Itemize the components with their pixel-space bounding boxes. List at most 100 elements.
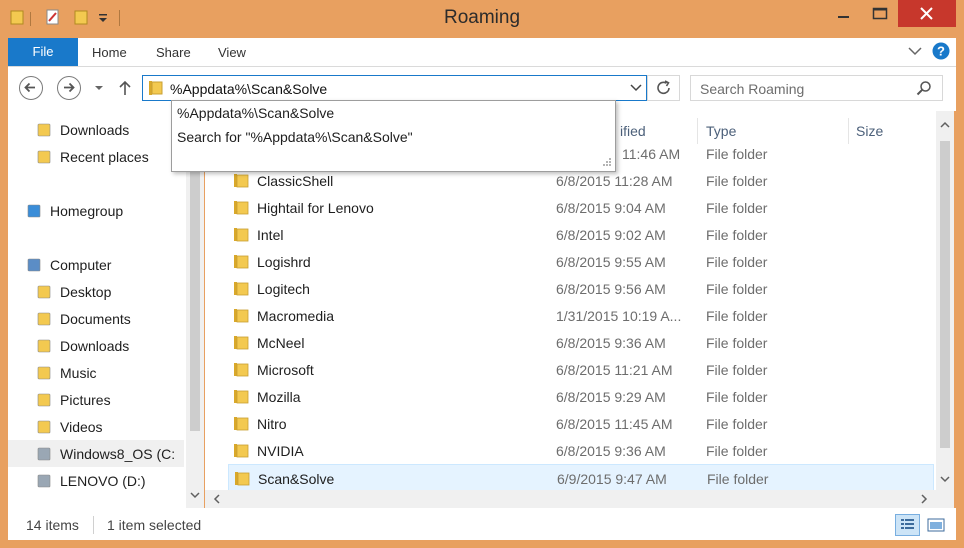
nav-item[interactable]: Desktop — [8, 278, 192, 305]
file-name: McNeel — [257, 335, 305, 351]
back-button[interactable] — [19, 76, 43, 100]
nav-item[interactable]: Homegroup — [8, 197, 192, 224]
folder-icon — [234, 471, 250, 486]
nav-item-icon — [36, 149, 52, 165]
file-row[interactable]: Scan&Solve 6/9/2015 9:47 AM File folder — [228, 464, 934, 491]
folder-icon — [147, 80, 163, 96]
address-dropdown-icon[interactable] — [630, 84, 642, 92]
properties-icon[interactable] — [46, 9, 60, 25]
column-header-type[interactable]: Type — [706, 123, 736, 139]
forward-button[interactable] — [57, 76, 81, 100]
folder-icon — [233, 443, 249, 458]
file-row[interactable]: Hightail for Lenovo 6/8/2015 9:04 AM File … — [228, 194, 934, 221]
file-row[interactable]: McNeel 6/8/2015 9:36 AM File folder — [228, 329, 934, 356]
tab-file[interactable]: File — [8, 38, 78, 66]
autocomplete-search-item[interactable]: Search for "%Appdata%\Scan&Solve" — [177, 129, 413, 145]
column-header-date-modified[interactable]: ified — [620, 123, 646, 139]
file-type: File folder — [706, 146, 768, 162]
nav-item[interactable]: Recent places — [8, 143, 192, 170]
file-type: File folder — [706, 389, 768, 405]
nav-item[interactable]: Downloads — [8, 116, 192, 143]
address-input[interactable] — [170, 80, 630, 98]
nav-item-icon — [26, 257, 42, 273]
expand-ribbon-icon[interactable] — [908, 45, 922, 57]
column-header-size[interactable]: Size — [856, 123, 883, 139]
nav-item-label: Homegroup — [50, 203, 124, 219]
file-row[interactable]: Mozilla 6/8/2015 9:29 AM File folder — [228, 383, 934, 410]
file-date-modified: 6/8/2015 9:02 AM — [556, 227, 666, 243]
window-title: Roaming — [443, 7, 521, 28]
nav-item-icon — [36, 338, 52, 354]
nav-item-label: Pictures — [60, 392, 111, 408]
folder-icon — [10, 9, 24, 25]
file-date-modified: 6/8/2015 9:36 AM — [556, 335, 666, 351]
nav-item-icon — [26, 203, 42, 219]
file-type: File folder — [706, 227, 768, 243]
maximize-button[interactable] — [862, 0, 898, 27]
horizontal-scrollbar[interactable] — [205, 490, 936, 508]
file-row[interactable]: Logishrd 6/8/2015 9:55 AM File folder — [228, 248, 934, 275]
nav-item[interactable]: Pictures — [8, 386, 192, 413]
large-icons-view-button[interactable] — [925, 514, 947, 536]
nav-item-label: Documents — [60, 311, 131, 327]
nav-item-label: Desktop — [60, 284, 112, 300]
search-input[interactable] — [700, 80, 900, 98]
nav-item[interactable]: Computer — [8, 251, 192, 278]
nav-item[interactable]: Windows8_OS (C: — [8, 440, 184, 467]
nav-item-label: Downloads — [60, 338, 130, 354]
qat-separator — [30, 12, 31, 26]
resize-grip-icon[interactable] — [600, 157, 612, 169]
file-row[interactable]: Microsoft 6/8/2015 11:21 AM File folder — [228, 356, 934, 383]
nav-item[interactable]: Documents — [8, 305, 192, 332]
file-date-modified: 6/8/2015 9:04 AM — [556, 200, 666, 216]
nav-item[interactable]: Music — [8, 359, 192, 386]
nav-item-label: Recent places — [60, 149, 149, 165]
tab-home[interactable]: Home — [92, 38, 127, 66]
search-icon[interactable] — [916, 80, 932, 96]
file-date-modified: 6/9/2015 9:47 AM — [557, 471, 667, 487]
file-row[interactable]: Nitro 6/8/2015 11:45 AM File folder — [228, 410, 934, 437]
help-icon[interactable]: ? — [932, 42, 950, 60]
qat-separator — [119, 10, 120, 26]
file-date-modified: 1/31/2015 10:19 A... — [556, 308, 682, 324]
nav-item[interactable]: Videos — [8, 413, 192, 440]
tab-share[interactable]: Share — [156, 38, 191, 66]
nav-item-icon — [36, 284, 52, 300]
recent-locations-icon[interactable] — [94, 85, 104, 92]
nav-item-label: Music — [60, 365, 97, 381]
file-row[interactable]: Intel 6/8/2015 9:02 AM File folder — [228, 221, 934, 248]
details-view-button[interactable] — [895, 514, 920, 536]
refresh-button[interactable] — [647, 75, 680, 101]
file-date-modified: 6/8/2015 9:56 AM — [556, 281, 666, 297]
file-name: Logishrd — [257, 254, 311, 270]
ribbon-bar — [8, 38, 956, 67]
file-row[interactable]: Macromedia 1/31/2015 10:19 A... File folde… — [228, 302, 934, 329]
item-count: 14 items — [26, 517, 79, 533]
file-name: Nitro — [257, 416, 287, 432]
minimize-button[interactable] — [826, 0, 862, 27]
file-list-scrollbar[interactable] — [936, 111, 954, 508]
file-name: Microsoft — [257, 362, 314, 378]
autocomplete-item[interactable]: %Appdata%\Scan&Solve — [177, 105, 334, 121]
nav-item-label: Videos — [60, 419, 103, 435]
nav-item[interactable]: LENOVO (D:) — [8, 467, 192, 494]
nav-item-icon — [36, 365, 52, 381]
nav-item-label: LENOVO (D:) — [60, 473, 146, 489]
file-row[interactable]: Logitech 6/8/2015 9:56 AM File folder — [228, 275, 934, 302]
tab-view[interactable]: View — [218, 38, 246, 66]
nav-item-icon — [36, 473, 52, 489]
nav-item[interactable]: Downloads — [8, 332, 192, 359]
up-arrow-icon[interactable] — [118, 80, 132, 96]
new-folder-icon[interactable] — [74, 9, 88, 25]
file-type: File folder — [706, 281, 768, 297]
file-row[interactable]: NVIDIA 6/8/2015 9:36 AM File folder — [228, 437, 934, 464]
nav-item-icon — [36, 392, 52, 408]
file-date-modified: 6/8/2015 9:55 AM — [556, 254, 666, 270]
close-button[interactable] — [898, 0, 956, 27]
nav-item-label: Windows8_OS (C: — [60, 446, 176, 462]
file-type: File folder — [706, 200, 768, 216]
file-date-modified: 6/8/2015 9:29 AM — [556, 389, 666, 405]
folder-icon — [233, 173, 249, 188]
file-name: ClassicShell — [257, 173, 334, 189]
customize-qat-icon[interactable] — [98, 12, 108, 24]
